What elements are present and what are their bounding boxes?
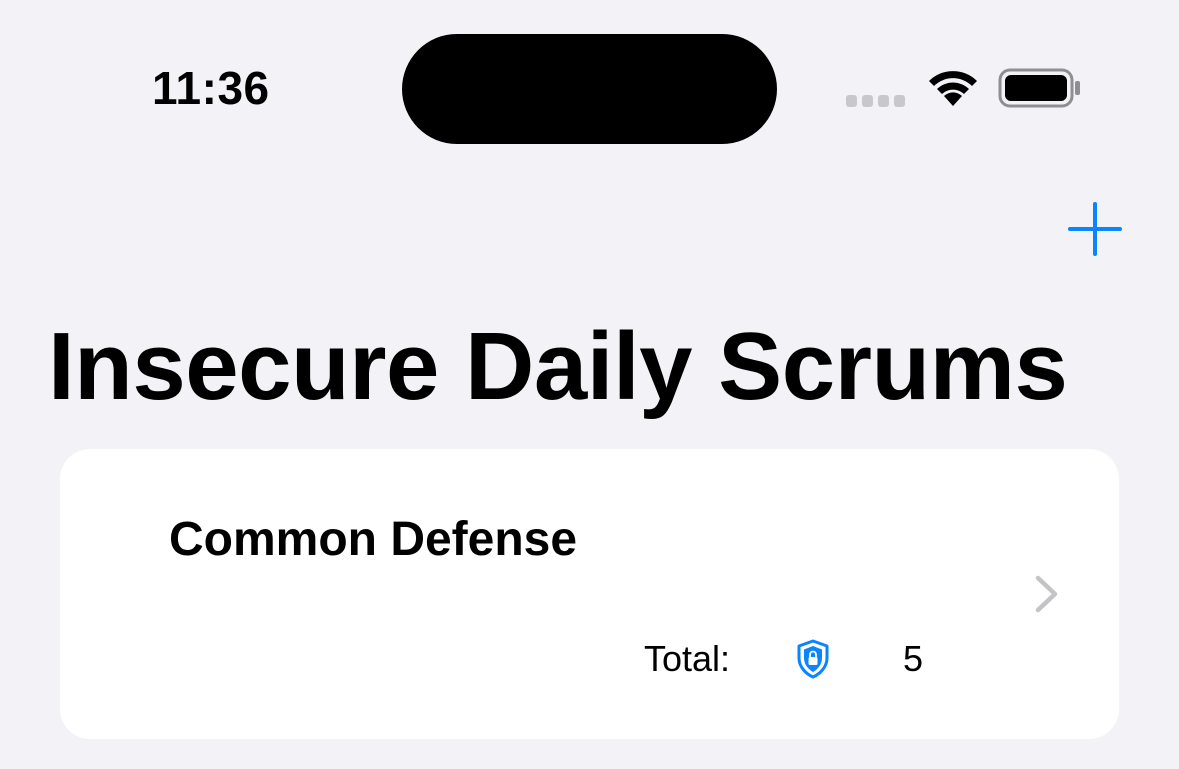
scrum-list-item[interactable]: Common Defense Total: 5 <box>60 449 1119 739</box>
cellular-signal-icon <box>846 95 905 107</box>
total-label: Total: <box>644 638 731 679</box>
status-bar: 11:36 <box>0 0 1179 160</box>
lock-shield-icon <box>797 639 829 679</box>
status-time: 11:36 <box>152 62 270 114</box>
dynamic-island <box>402 34 777 144</box>
page-title: Insecure Daily Scrums <box>48 313 1068 420</box>
battery-icon <box>998 68 1080 108</box>
plus-icon <box>1068 202 1122 256</box>
add-scrum-button[interactable] <box>1066 200 1124 258</box>
wifi-icon <box>929 71 977 106</box>
scrum-title: Common Defense <box>169 513 578 566</box>
total-value: 5 <box>903 638 924 679</box>
chevron-right-icon <box>1035 575 1058 613</box>
